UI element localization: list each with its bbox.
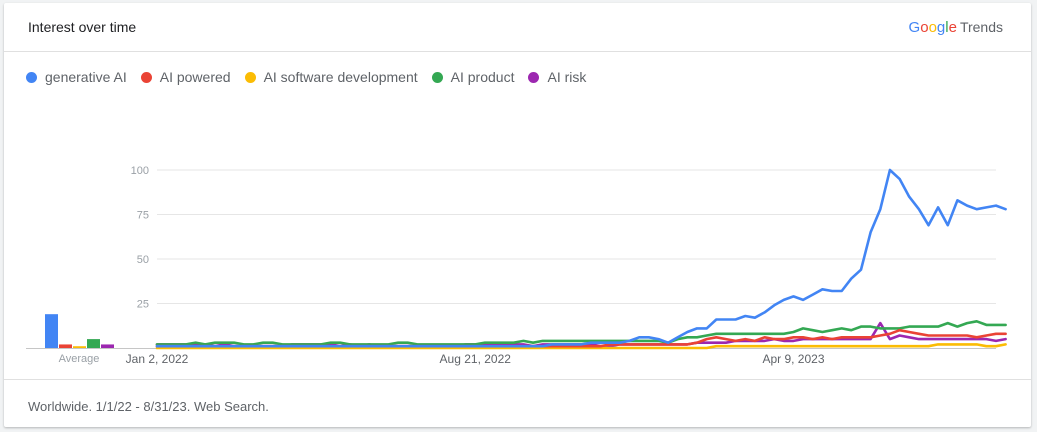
average-label: Average [59,353,100,365]
average-bar [45,314,58,348]
x-tick-label: Jan 2, 2022 [126,352,189,366]
average-bar [87,339,100,348]
card-footer: Worldwide. 1/1/22 - 8/31/23. Web Search. [4,379,1031,428]
interest-over-time-card: Interest over time Google Trends generati… [4,3,1031,427]
average-bar [73,346,86,348]
x-tick-label: Aug 21, 2022 [440,352,512,366]
y-tick-label: 25 [137,299,149,311]
y-tick-label: 75 [137,210,149,222]
series-line [155,168,1007,348]
x-tick-label: Apr 9, 2023 [762,352,824,366]
y-tick-label: 50 [137,254,149,266]
average-bar [101,344,114,348]
average-bar [59,344,72,348]
y-tick-label: 100 [131,165,149,177]
interest-chart: 100 75 50 25 Jan 2, 2022 Aug 21, 2022 Apr 9, 2… [26,165,1007,366]
footer-note: Worldwide. 1/1/22 - 8/31/23. Web Search. [28,399,269,414]
